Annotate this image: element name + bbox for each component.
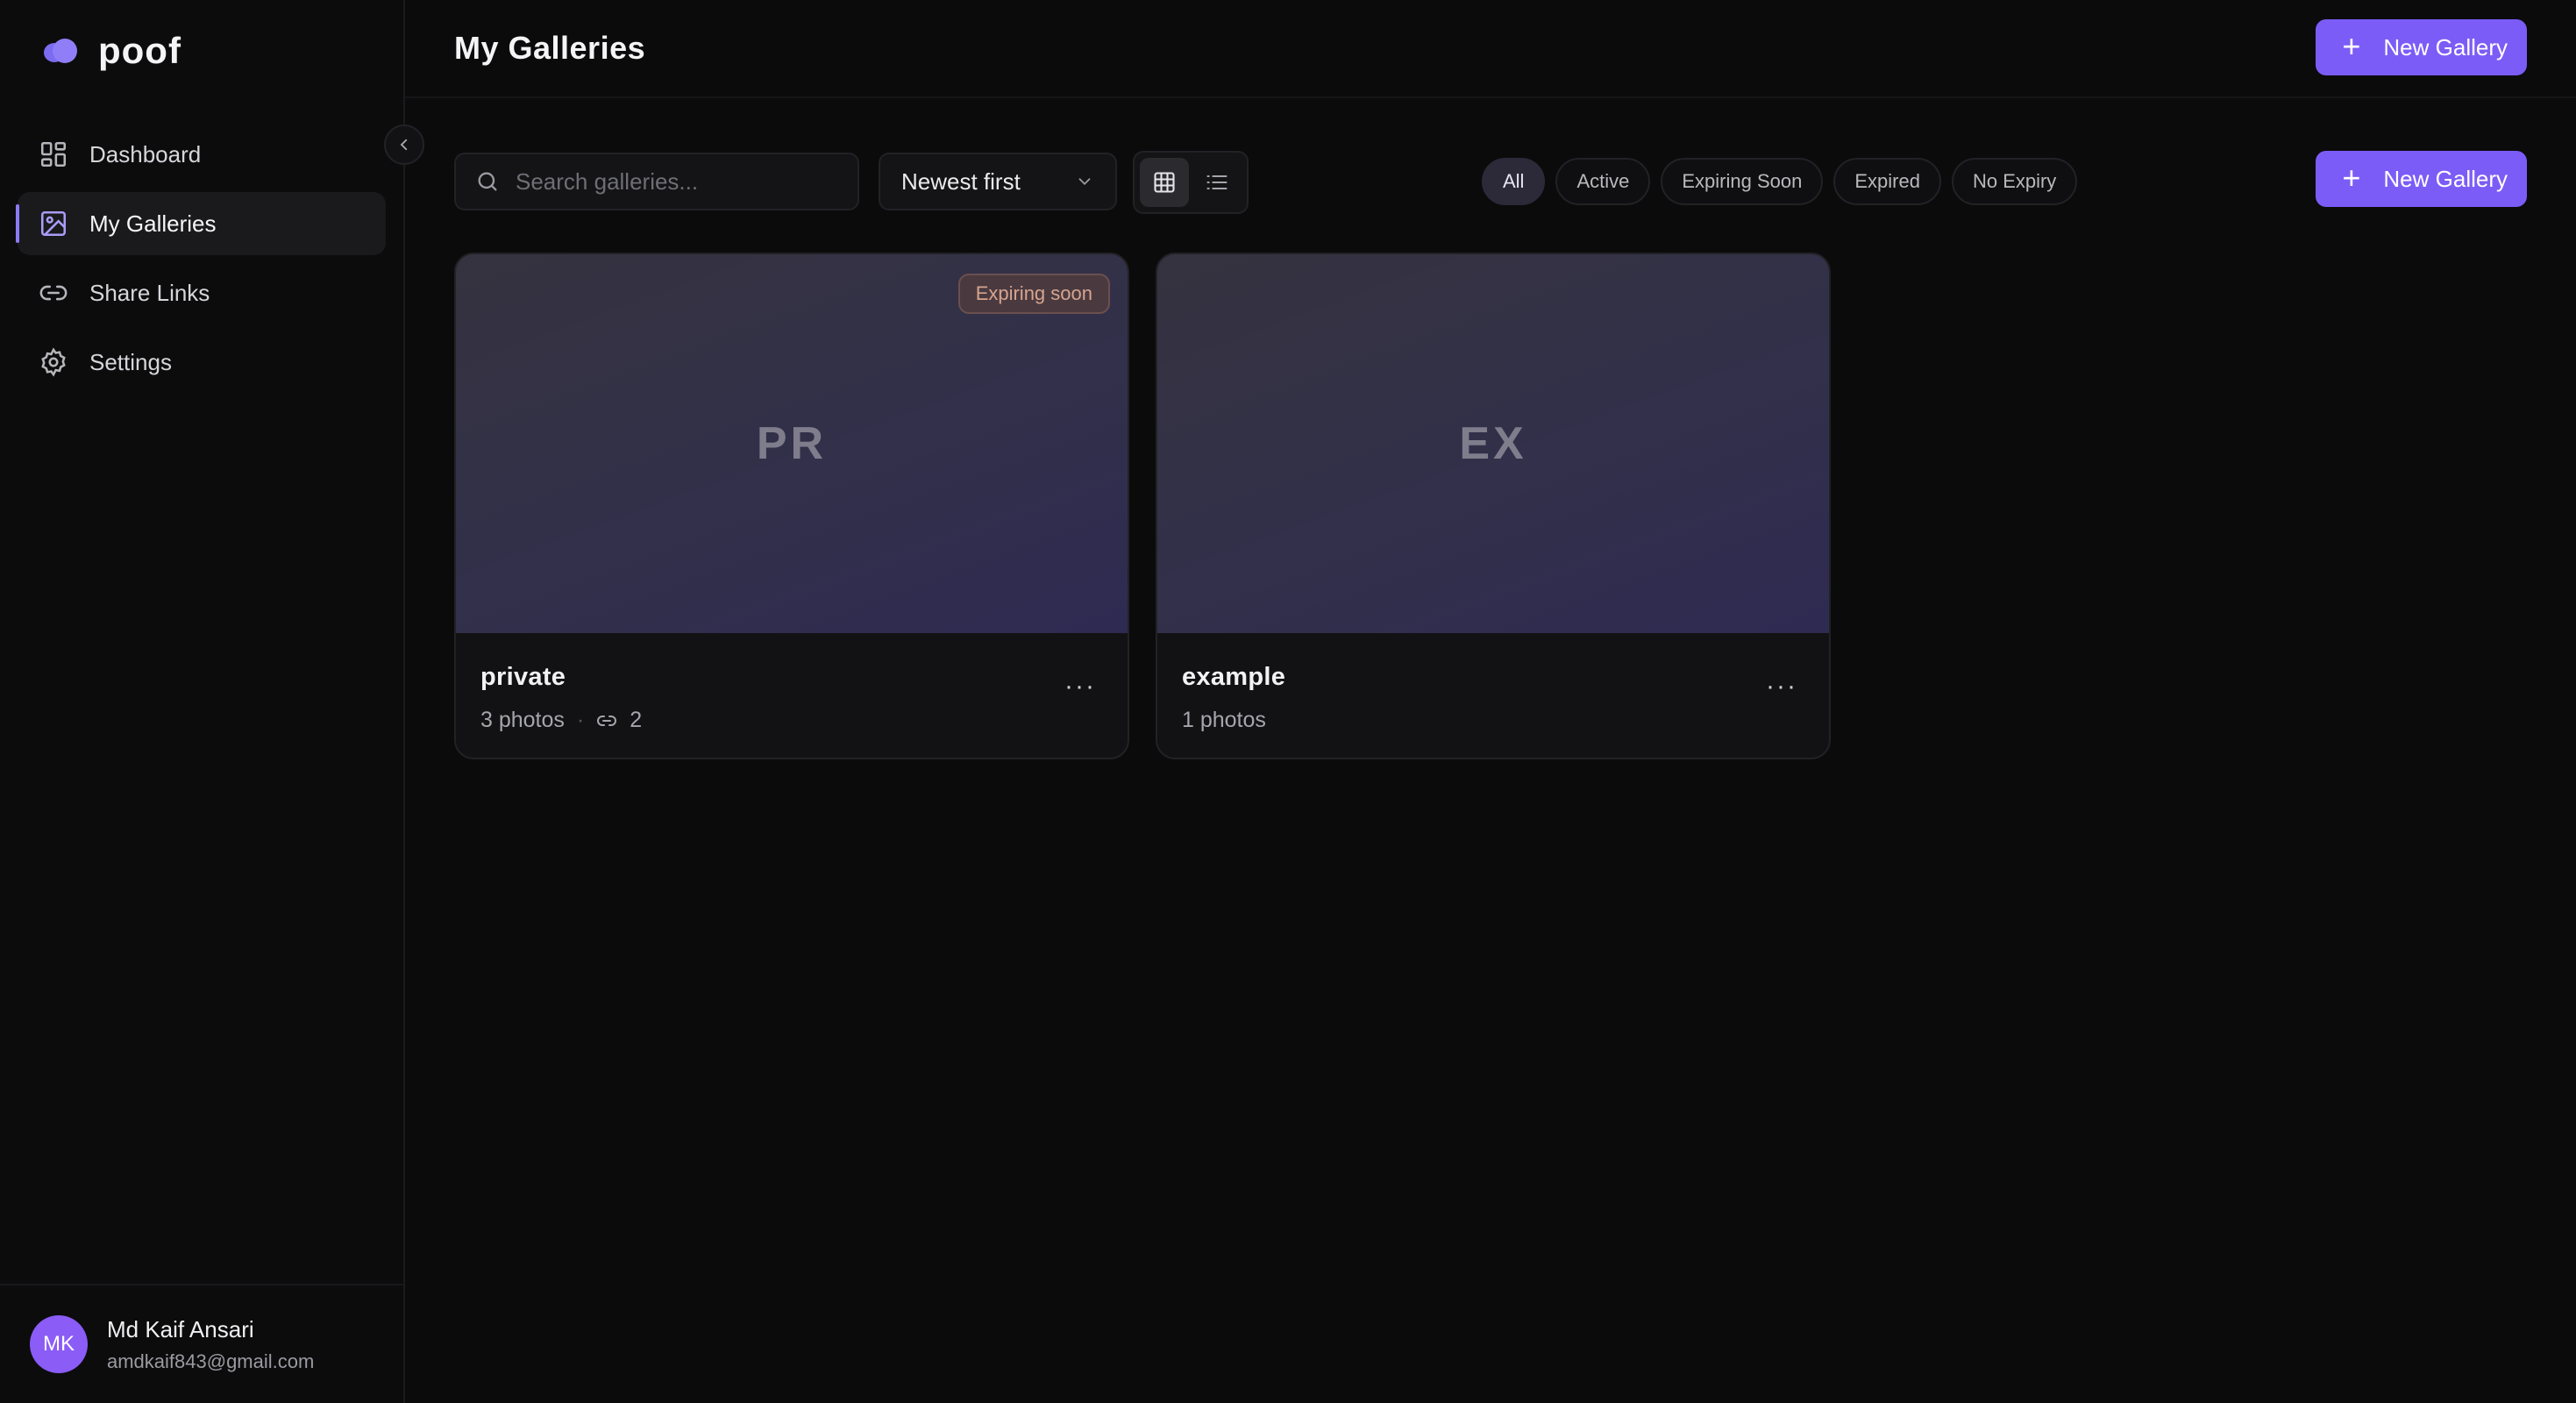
sidebar-item-label: Settings xyxy=(89,348,172,375)
user-email: amdkaif843@gmail.com xyxy=(107,1350,315,1372)
grid-icon xyxy=(1154,172,1175,193)
chevron-down-icon xyxy=(1078,178,1091,186)
plus-icon: + xyxy=(2342,27,2361,64)
chevron-left-icon xyxy=(400,139,408,151)
gallery-card[interactable]: PR Expiring soon private 3 photos · 2 ··… xyxy=(454,253,1129,759)
list-view-button[interactable] xyxy=(1192,158,1242,207)
separator: · xyxy=(576,708,585,732)
sidebar-item-settings[interactable]: Settings xyxy=(18,331,386,394)
user-name: Md Kaif Ansari xyxy=(107,1315,254,1342)
user-profile[interactable]: MK Md Kaif Ansari amdkaif843@gmail.com xyxy=(0,1284,403,1403)
gallery-card-body: private 3 photos · 2 ··· xyxy=(456,633,1128,733)
gallery-card[interactable]: EX example 1 photos ··· xyxy=(1156,253,1831,759)
collapse-sidebar-button[interactable] xyxy=(384,125,424,165)
gallery-card-body: example 1 photos ··· xyxy=(1157,633,1829,733)
button-label: New Gallery xyxy=(2383,165,2508,192)
gallery-name: private xyxy=(480,663,566,691)
gallery-meta: 1 photos xyxy=(1182,708,1804,733)
filter-expiring-soon[interactable]: Expiring Soon xyxy=(1661,158,1824,205)
link-count: 2 xyxy=(630,708,643,732)
button-label: New Gallery xyxy=(2383,33,2508,61)
gallery-initials: EX xyxy=(1459,418,1527,469)
more-options-button[interactable]: ··· xyxy=(1766,672,1797,702)
sidebar-nav: Dashboard My Galleries Share Links Setti… xyxy=(16,123,386,400)
sidebar-item-label: Dashboard xyxy=(89,140,202,167)
search-input[interactable] xyxy=(516,167,849,196)
sort-dropdown[interactable]: Newest first xyxy=(879,153,1117,210)
brand-logo[interactable]: poof xyxy=(42,30,181,72)
app-window: poof Dashboard My Galleries Share Links … xyxy=(0,0,2576,1403)
user-info: Md Kaif Ansari amdkaif843@gmail.com xyxy=(107,1316,314,1373)
page-title: My Galleries xyxy=(454,30,646,66)
link-icon xyxy=(39,285,68,301)
grid-view-button[interactable] xyxy=(1140,158,1189,207)
filter-all[interactable]: All xyxy=(1482,158,1546,205)
sidebar-item-label: Share Links xyxy=(89,279,210,306)
link-icon xyxy=(597,715,617,726)
sidebar-item-my-galleries[interactable]: My Galleries xyxy=(16,192,386,255)
toolbar-new-gallery-button[interactable]: + New Gallery xyxy=(2316,151,2527,207)
avatar: MK xyxy=(30,1315,88,1373)
sidebar-item-label: My Galleries xyxy=(89,210,217,237)
filter-active[interactable]: Active xyxy=(1555,158,1651,205)
search-icon xyxy=(478,172,497,191)
list-icon xyxy=(1206,174,1228,190)
sidebar-item-dashboard[interactable]: Dashboard xyxy=(18,123,386,186)
gallery-grid: PR Expiring soon private 3 photos · 2 ··… xyxy=(454,253,1831,759)
status-filters: All Active Expiring Soon Expired No Expi… xyxy=(1482,158,2078,205)
photo-count: 3 photos xyxy=(480,708,565,732)
header-new-gallery-button[interactable]: + New Gallery xyxy=(2316,19,2527,75)
gallery-thumbnail: EX xyxy=(1157,254,1829,633)
filter-expired[interactable]: Expired xyxy=(1833,158,1941,205)
top-bar: My Galleries xyxy=(405,0,2576,98)
sort-value: Newest first xyxy=(901,167,1021,195)
main-content: My Galleries + New Gallery Newest first … xyxy=(405,0,2576,1403)
sidebar: poof Dashboard My Galleries Share Links … xyxy=(0,0,424,1403)
gallery-initials: PR xyxy=(756,418,828,469)
gallery-name: example xyxy=(1182,663,1286,691)
dashboard-icon xyxy=(40,141,67,167)
gallery-meta: 3 photos · 2 xyxy=(480,708,1103,733)
gallery-thumbnail: PR Expiring soon xyxy=(456,254,1128,633)
gear-icon xyxy=(41,347,66,377)
plus-icon: + xyxy=(2342,159,2361,196)
photo-count: 1 photos xyxy=(1182,708,1266,732)
more-options-button[interactable]: ··· xyxy=(1064,672,1096,702)
image-icon xyxy=(40,210,67,237)
expiry-badge: Expiring soon xyxy=(957,274,1110,314)
view-toggle xyxy=(1133,151,1249,214)
poof-logo-icon xyxy=(42,35,79,67)
sidebar-item-share-links[interactable]: Share Links xyxy=(18,261,386,324)
brand-name: poof xyxy=(98,30,181,71)
filter-no-expiry[interactable]: No Expiry xyxy=(1951,158,2078,205)
search-box[interactable] xyxy=(454,153,859,210)
